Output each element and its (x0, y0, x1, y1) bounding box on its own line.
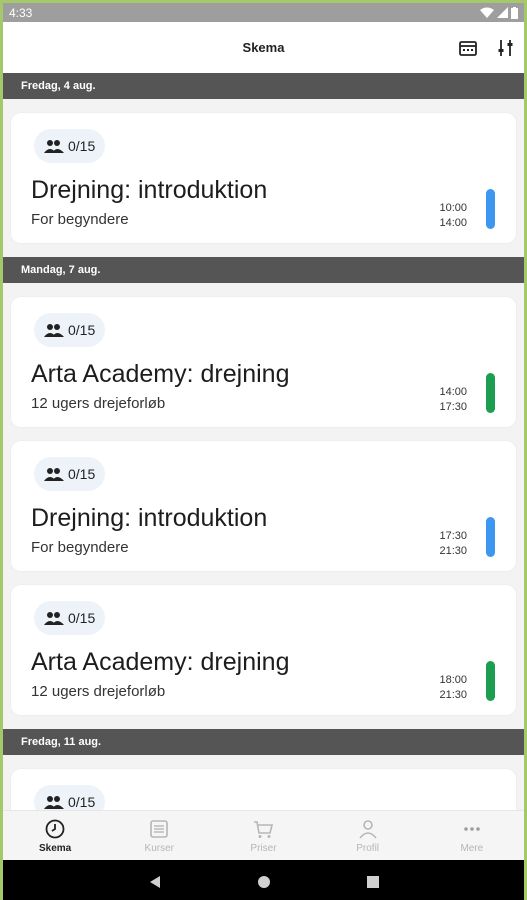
event-times: 18:00 21:30 (439, 673, 467, 703)
nav-label: Priser (250, 842, 277, 854)
event-card[interactable]: 0/15 Arta Academy: drejning 12 ugers dre… (11, 297, 516, 427)
app-window: 4:33 Skema Fredag, 4 aug. 0/15 Drejning:… (0, 0, 527, 900)
status-icons (480, 6, 518, 19)
capacity-badge: 0/15 (34, 313, 106, 347)
day-header: Fredag, 11 aug. (3, 729, 524, 755)
event-color-bar (486, 661, 495, 701)
app-bar: Skema (3, 22, 524, 73)
capacity-badge: 0/15 (34, 601, 106, 635)
event-times: 10:00 14:00 (439, 201, 467, 231)
people-icon (44, 796, 64, 809)
signal-icon (497, 7, 508, 18)
event-color-bar (486, 517, 495, 557)
end-time: 17:30 (439, 401, 467, 413)
people-icon (44, 140, 64, 153)
nav-label: Profil (356, 842, 380, 854)
calendar-view-button[interactable] (458, 38, 478, 58)
home-icon[interactable] (257, 875, 271, 889)
nav-item-kurser[interactable]: Kurser (109, 818, 209, 854)
event-color-bar (486, 189, 495, 229)
day-header: Fredag, 4 aug. (3, 73, 524, 99)
event-card[interactable]: 0/15 Drejning: introduktion For begynder… (11, 441, 516, 571)
event-times: 14:00 17:30 (439, 385, 467, 415)
page-title: Skema (242, 40, 285, 55)
start-time: 10:00 (439, 202, 467, 214)
people-icon (44, 468, 64, 481)
status-bar: 4:33 (3, 3, 524, 22)
event-subtitle: For begyndere (31, 211, 129, 228)
event-card[interactable]: 0/15 Drejning: introduktion For begynder… (11, 113, 516, 243)
system-nav-bar (3, 860, 524, 900)
capacity-text: 0/15 (68, 610, 96, 626)
sliders-icon (498, 40, 513, 56)
schedule-list[interactable]: Fredag, 4 aug. 0/15 Drejning: introdukti… (3, 73, 524, 810)
filter-button[interactable] (496, 38, 516, 58)
capacity-text: 0/15 (68, 322, 96, 338)
nav-label: Kurser (144, 842, 174, 854)
book-icon (150, 819, 169, 838)
back-icon[interactable] (148, 875, 162, 889)
event-title: Drejning: introduktion (31, 176, 268, 204)
wifi-icon (480, 7, 494, 18)
event-subtitle: For begyndere (31, 539, 129, 556)
nav-item-skema[interactable]: Skema (5, 818, 105, 854)
start-time: 18:00 (439, 674, 467, 686)
event-title: Arta Academy: drejning (31, 648, 290, 676)
event-title: Drejning: introduktion (31, 504, 268, 532)
capacity-text: 0/15 (68, 138, 96, 154)
day-header: Mandag, 7 aug. (3, 257, 524, 283)
capacity-badge: 0/15 (34, 129, 106, 163)
people-icon (44, 324, 64, 337)
event-card[interactable]: 0/15 Arta Academy: drejning 12 ugers dre… (11, 585, 516, 715)
start-time: 17:30 (439, 530, 467, 542)
more-icon (464, 826, 480, 831)
capacity-badge: 0/15 (34, 785, 106, 810)
nav-label: Mere (460, 842, 484, 854)
start-time: 14:00 (439, 386, 467, 398)
capacity-text: 0/15 (68, 794, 96, 810)
event-title: Arta Academy: drejning (31, 360, 290, 388)
event-times: 17:30 21:30 (439, 529, 467, 559)
event-card[interactable]: 0/15 (11, 769, 516, 810)
nav-item-priser[interactable]: Priser (213, 818, 313, 854)
end-time: 21:30 (439, 545, 467, 557)
nav-item-mere[interactable]: Mere (422, 818, 522, 854)
nav-label: Skema (38, 842, 72, 854)
event-subtitle: 12 ugers drejeforløb (31, 395, 166, 412)
capacity-text: 0/15 (68, 466, 96, 482)
status-time: 4:33 (9, 5, 33, 20)
battery-icon (511, 6, 518, 19)
clock-icon (45, 819, 65, 838)
end-time: 21:30 (439, 689, 467, 701)
cart-icon (254, 820, 274, 838)
event-color-bar (486, 373, 495, 413)
end-time: 14:00 (439, 217, 467, 229)
bottom-nav: Skema Kurser Priser Profil Mere (3, 810, 524, 860)
people-icon (44, 612, 64, 625)
calendar-icon (459, 41, 477, 56)
event-subtitle: 12 ugers drejeforløb (31, 683, 166, 700)
recents-icon[interactable] (366, 875, 380, 889)
capacity-badge: 0/15 (34, 457, 106, 491)
person-icon (359, 819, 377, 839)
nav-item-profil[interactable]: Profil (318, 818, 418, 854)
